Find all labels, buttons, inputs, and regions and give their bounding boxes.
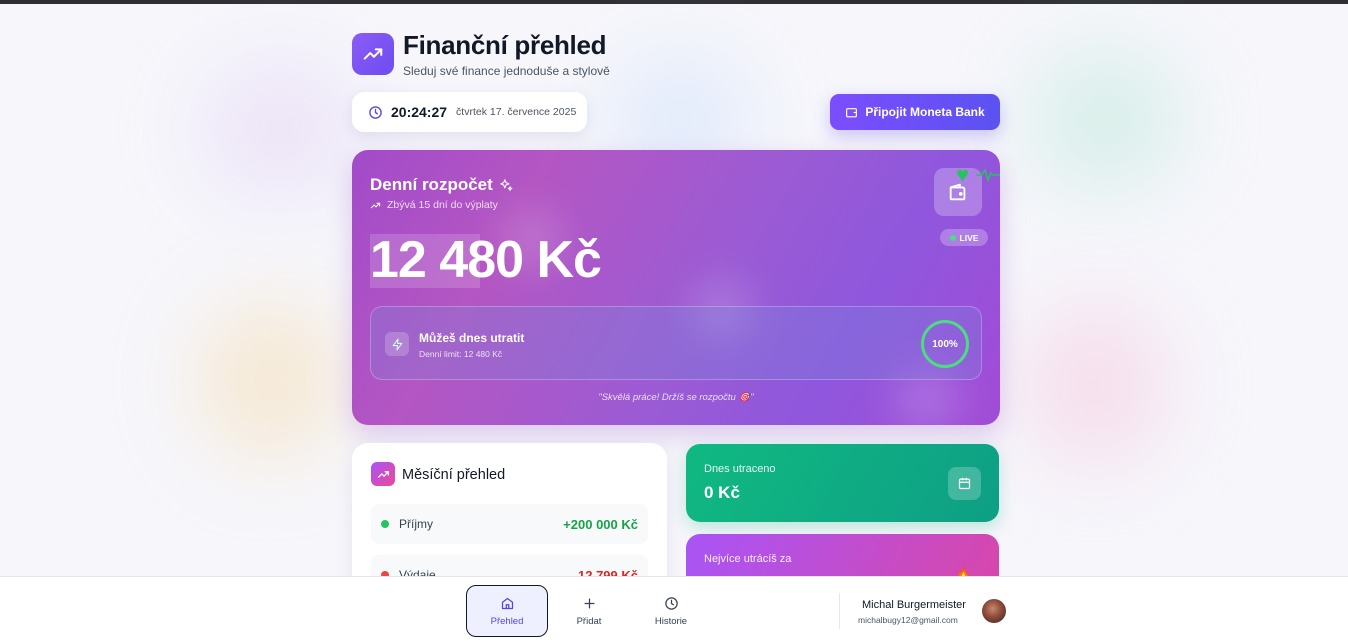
bolt-icon-box <box>385 332 409 356</box>
background-blob <box>1030 50 1180 190</box>
clock-icon <box>369 105 382 119</box>
live-label: LIVE <box>959 232 979 243</box>
spend-today-panel: Můžeš dnes utratit Denní limit: 12 480 K… <box>370 306 982 380</box>
page-title: Finanční přehled <box>403 30 607 60</box>
monthly-icon-box <box>371 462 395 486</box>
bottom-navigation: Přehled Přidat Historie Michal Burgermei… <box>0 576 1348 641</box>
income-dot <box>381 520 389 528</box>
nav-label-history: Historie <box>654 615 688 627</box>
avatar[interactable] <box>982 599 1006 623</box>
calendar-icon-box <box>948 467 981 500</box>
today-spent-label: Dnes utraceno <box>704 463 776 475</box>
wallet-icon <box>846 107 858 117</box>
page-subtitle: Sleduj své finance jednoduše a stylově <box>403 64 610 78</box>
budget-title: Denní rozpočet <box>370 175 513 195</box>
spend-limit: Denní limit: 12 480 Kč <box>419 349 503 359</box>
clock-icon <box>664 596 678 610</box>
most-spent-label: Nejvíce utrácíš za <box>704 553 792 565</box>
sparkles-icon <box>500 179 513 191</box>
nav-item-overview[interactable]: Přehled <box>466 585 548 637</box>
daily-budget-card: Denní rozpočet Zbývá 15 dní do výplaty 1… <box>352 150 1000 425</box>
live-badge: LIVE <box>940 229 988 246</box>
progress-label: 100% <box>932 338 958 350</box>
clock-time: 20:24:27 <box>391 104 448 120</box>
heartbeat-line-icon <box>976 168 1000 182</box>
background-blob <box>200 60 360 200</box>
budget-title-text: Denní rozpočet <box>370 175 493 194</box>
days-to-payday-text: Zbývá 15 dní do výplaty <box>387 199 498 211</box>
connect-bank-label: Připojit Moneta Bank <box>865 105 985 119</box>
budget-amount: 12 480 Kč <box>370 231 602 289</box>
home-icon <box>501 597 513 609</box>
trending-up-icon <box>363 48 383 60</box>
calendar-icon <box>958 477 971 490</box>
plus-icon <box>584 598 594 608</box>
nav-item-history[interactable]: Historie <box>630 585 712 637</box>
trending-up-icon <box>370 202 381 208</box>
user-name: Michal Burgermeister <box>862 599 966 611</box>
app-logo <box>352 33 394 75</box>
trending-up-icon <box>377 470 389 478</box>
monthly-title: Měsíční přehled <box>402 467 506 483</box>
clock-card: 20:24:27 čtvrtek 17. července 2025 <box>352 92 587 132</box>
spend-title: Můžeš dnes utratit <box>419 331 525 345</box>
progress-ring: 100% <box>921 320 969 368</box>
live-dot <box>949 234 956 241</box>
income-label: Příjmy <box>399 517 433 531</box>
lightning-icon <box>392 338 402 350</box>
connect-bank-button[interactable]: Připojit Moneta Bank <box>830 94 1000 130</box>
motivation-quote: "Skvělá práce! Držíš se rozpočtu 🎯" <box>598 392 754 403</box>
user-email: michalbugy12@gmail.com <box>858 615 958 625</box>
income-value: +200 000 Kč <box>563 516 638 532</box>
heart-icon: ♥ <box>956 162 970 187</box>
window-top-bar <box>0 0 1348 4</box>
days-to-payday: Zbývá 15 dní do výplaty <box>370 199 498 211</box>
nav-divider <box>839 593 840 629</box>
background-blob <box>195 300 345 460</box>
nav-label-overview: Přehled <box>490 615 524 627</box>
background-blob <box>1020 300 1170 470</box>
clock-date: čtvrtek 17. července 2025 <box>456 106 577 118</box>
today-spent-card: Dnes utraceno 0 Kč <box>686 444 999 522</box>
nav-item-add[interactable]: Přidat <box>548 585 630 637</box>
income-row: Příjmy +200 000 Kč <box>371 504 648 544</box>
nav-label-add: Přidat <box>576 615 602 627</box>
today-spent-value: 0 Kč <box>704 483 740 502</box>
